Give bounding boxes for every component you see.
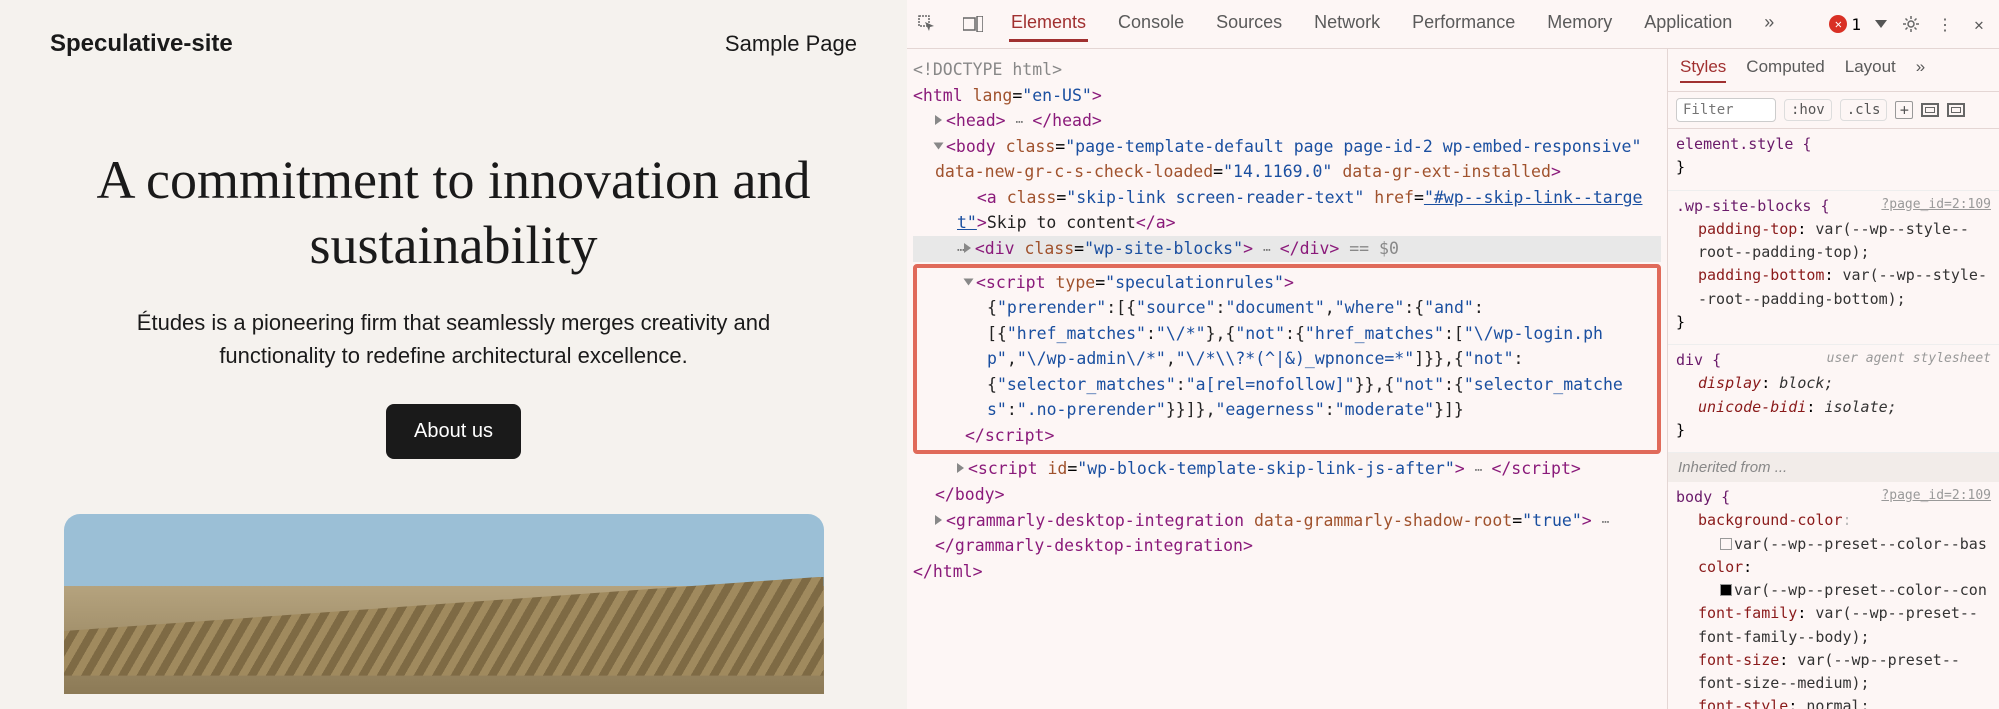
tab-performance[interactable]: Performance — [1410, 6, 1517, 42]
styles-filter-bar: :hov .cls + — [1668, 92, 1999, 129]
inspect-icon[interactable] — [917, 14, 937, 34]
hero-section: A commitment to innovation and sustainab… — [64, 148, 844, 694]
boxmodel-icon[interactable] — [1921, 103, 1939, 117]
dom-html-close[interactable]: </html> — [913, 559, 1661, 585]
error-count: 1 — [1851, 15, 1861, 34]
devtools-panel: Elements Console Sources Network Perform… — [907, 0, 1999, 709]
tab-network[interactable]: Network — [1312, 6, 1382, 42]
dom-body-close[interactable]: </body> — [913, 482, 1661, 508]
site-header: Speculative-site Sample Page — [50, 30, 857, 58]
dom-script-body[interactable]: {"prerender":[{"source":"document","wher… — [921, 295, 1653, 423]
dom-script2[interactable]: <script id="wp-block-template-skip-link-… — [913, 456, 1661, 482]
dom-site-blocks[interactable]: ⋯<div class="wp-site-blocks"> ⋯ </div> =… — [913, 236, 1661, 262]
dom-head[interactable]: <head> ⋯ </head> — [913, 108, 1661, 134]
nav-sample-page[interactable]: Sample Page — [725, 31, 857, 57]
cls-toggle[interactable]: .cls — [1840, 99, 1888, 121]
styles-overflow[interactable]: » — [1916, 57, 1925, 83]
error-badge[interactable]: ✕ 1 — [1829, 15, 1861, 34]
tab-computed[interactable]: Computed — [1746, 57, 1824, 83]
dom-script-open[interactable]: <script type="speculationrules"> — [921, 270, 1653, 296]
rule-element-style[interactable]: element.style { } — [1668, 129, 1999, 191]
hero-subtitle: Études is a pioneering firm that seamles… — [114, 306, 794, 372]
tab-elements[interactable]: Elements — [1009, 6, 1088, 42]
tab-styles[interactable]: Styles — [1680, 57, 1726, 83]
device-icon[interactable] — [963, 14, 983, 34]
dom-body-open[interactable]: <body class="page-template-default page … — [913, 134, 1661, 185]
layout-icon[interactable] — [1947, 103, 1965, 117]
about-us-button[interactable]: About us — [386, 404, 521, 459]
tab-application[interactable]: Application — [1642, 6, 1734, 42]
dom-script-close[interactable]: </script> — [921, 423, 1653, 449]
devtools-body: <!DOCTYPE html> <html lang="en-US"> <hea… — [907, 49, 1999, 709]
new-rule-button[interactable]: + — [1895, 101, 1913, 119]
gear-icon[interactable] — [1901, 14, 1921, 34]
toolbar-right: ✕ 1 ⋮ ✕ — [1829, 14, 1989, 34]
error-icon: ✕ — [1829, 15, 1847, 33]
inherited-from-header: Inherited from ... — [1668, 453, 1999, 482]
close-icon[interactable]: ✕ — [1969, 14, 1989, 34]
tab-sources[interactable]: Sources — [1214, 6, 1284, 42]
speculation-rules-highlight: <script type="speculationrules"> {"prere… — [913, 264, 1661, 455]
devtools-toolbar: Elements Console Sources Network Perform… — [907, 0, 1999, 49]
styles-panel: Styles Computed Layout » :hov .cls + ele… — [1667, 49, 1999, 709]
dom-html-open[interactable]: <html lang="en-US"> — [913, 83, 1661, 109]
hov-toggle[interactable]: :hov — [1784, 99, 1832, 121]
kebab-icon[interactable]: ⋮ — [1935, 14, 1955, 34]
hero-image — [64, 514, 824, 694]
rule-div-ua[interactable]: div {user agent stylesheet display: bloc… — [1668, 345, 1999, 453]
tab-memory[interactable]: Memory — [1545, 6, 1614, 42]
styles-tabs: Styles Computed Layout » — [1668, 49, 1999, 92]
dom-skip-link[interactable]: <a class="skip-link screen-reader-text" … — [913, 185, 1661, 236]
rule-body[interactable]: body {?page_id=2:109 background-color: v… — [1668, 482, 1999, 709]
devtools-tabs: Elements Console Sources Network Perform… — [1009, 6, 1776, 42]
styles-filter-input[interactable] — [1676, 98, 1776, 122]
dom-grammarly[interactable]: <grammarly-desktop-integration data-gram… — [913, 508, 1661, 559]
dom-tree[interactable]: <!DOCTYPE html> <html lang="en-US"> <hea… — [907, 49, 1667, 709]
tabs-overflow[interactable]: » — [1762, 6, 1776, 42]
rule-wp-site-blocks[interactable]: .wp-site-blocks {?page_id=2:109 padding-… — [1668, 191, 1999, 346]
site-title[interactable]: Speculative-site — [50, 30, 233, 58]
tab-layout[interactable]: Layout — [1845, 57, 1896, 83]
hero-title: A commitment to innovation and sustainab… — [64, 148, 844, 278]
tab-console[interactable]: Console — [1116, 6, 1186, 42]
website-viewport: Speculative-site Sample Page A commitmen… — [0, 0, 907, 709]
chevron-down-icon[interactable] — [1875, 20, 1887, 28]
dom-doctype[interactable]: <!DOCTYPE html> — [913, 57, 1661, 83]
